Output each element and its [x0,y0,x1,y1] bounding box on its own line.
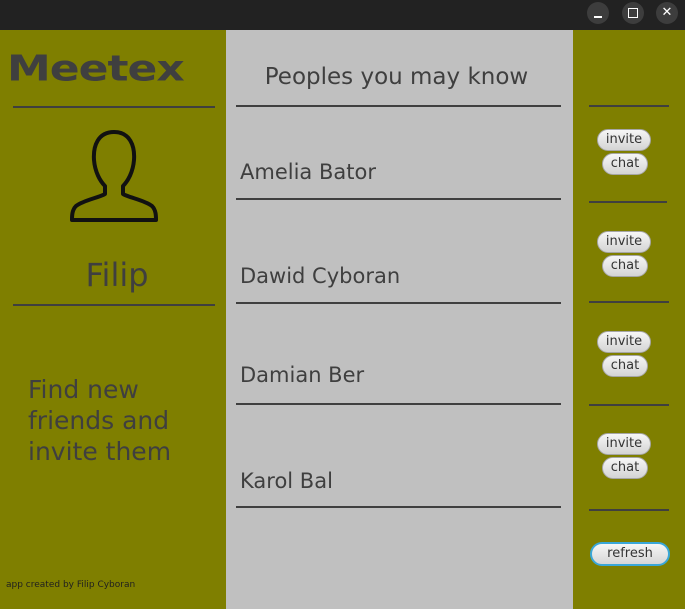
profile-sidebar: Meetex Filip Find new friends and invite… [0,30,226,609]
invite-button[interactable]: invite [597,331,651,353]
refresh-button[interactable]: refresh [590,542,670,566]
app-window: ✕ Meetex Filip Find new friends and invi… [0,0,685,609]
divider [236,302,561,304]
divider [236,105,561,107]
close-icon: ✕ [661,5,673,20]
suggestions-panel: Peoples you may know Amelia Bator Dawid … [226,30,573,609]
minimize-button[interactable] [587,2,609,24]
invite-button[interactable]: invite [597,433,651,455]
person-name: Damian Ber [240,363,365,387]
credit-text: app created by Filip Cyboran [6,580,136,590]
chat-button[interactable]: chat [602,457,648,479]
divider [236,506,561,508]
person-name: Dawid Cyboran [240,264,401,288]
person-name: Amelia Bator [240,160,376,184]
divider [589,105,669,107]
actions-panel: invite chat invite chat invite chat invi… [573,30,685,609]
maximize-button[interactable] [622,2,644,24]
invite-button[interactable]: invite [597,231,651,253]
divider [589,201,667,203]
section-title: Peoples you may know [264,64,529,90]
user-name: Filip [85,256,149,294]
divider [589,301,669,303]
divider [589,404,669,406]
tagline-text: Find new friends and invite them [28,375,172,466]
chat-button[interactable]: chat [602,355,648,377]
divider [589,509,669,511]
chat-button[interactable]: chat [602,153,648,175]
maximize-icon [628,8,638,18]
divider [13,106,215,108]
divider [13,304,215,306]
chat-button[interactable]: chat [602,255,648,277]
app-logo: Meetex [7,48,185,90]
invite-button[interactable]: invite [597,129,651,151]
divider [236,198,561,200]
title-bar: ✕ [0,0,685,30]
minimize-icon [594,16,602,18]
person-name: Karol Bal [240,469,333,493]
divider [236,403,561,405]
user-avatar-icon [70,130,158,222]
close-button[interactable]: ✕ [656,2,678,24]
